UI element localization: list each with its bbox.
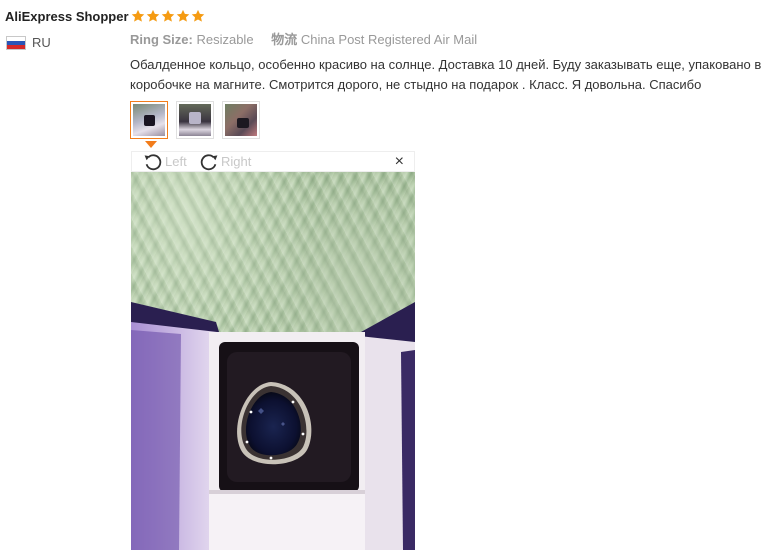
country-code: RU bbox=[32, 35, 51, 50]
rotate-right-button[interactable]: Right bbox=[198, 152, 251, 171]
rotate-cw-icon bbox=[198, 152, 220, 171]
review-photo bbox=[131, 172, 415, 550]
star-icon bbox=[191, 9, 206, 23]
star-rating bbox=[131, 9, 206, 23]
photo-viewer-toolbar: Left Right × bbox=[131, 151, 415, 172]
ring-size-label: Ring Size: bbox=[130, 32, 193, 47]
close-icon[interactable]: × bbox=[395, 153, 404, 171]
rotate-left-label: Left bbox=[165, 154, 187, 169]
russia-flag-icon bbox=[6, 35, 26, 50]
ring-size-value: Resizable bbox=[196, 32, 254, 47]
reviewer-country: RU bbox=[6, 35, 51, 50]
active-thumbnail-pointer bbox=[145, 141, 157, 148]
reviewer-name: AliExpress Shopper bbox=[5, 9, 129, 24]
photo-thumbnails bbox=[130, 101, 268, 139]
review-text: Обалденное кольцо, особенно красиво на с… bbox=[130, 57, 762, 92]
photo-thumbnail[interactable] bbox=[130, 101, 168, 139]
shipping-label: 物流 bbox=[271, 32, 298, 47]
star-icon bbox=[146, 9, 161, 23]
star-icon bbox=[131, 9, 146, 23]
order-meta: Ring Size: Resizable 物流 China Post Regis… bbox=[130, 32, 477, 48]
shipping-value: China Post Registered Air Mail bbox=[300, 32, 478, 47]
rotate-ccw-icon bbox=[142, 152, 164, 171]
rotate-right-label: Right bbox=[221, 154, 252, 169]
star-icon bbox=[161, 9, 176, 23]
photo-thumbnail[interactable] bbox=[222, 101, 260, 139]
rotate-left-button[interactable]: Left bbox=[142, 152, 187, 171]
star-icon bbox=[176, 9, 191, 23]
photo-thumbnail[interactable] bbox=[176, 101, 214, 139]
